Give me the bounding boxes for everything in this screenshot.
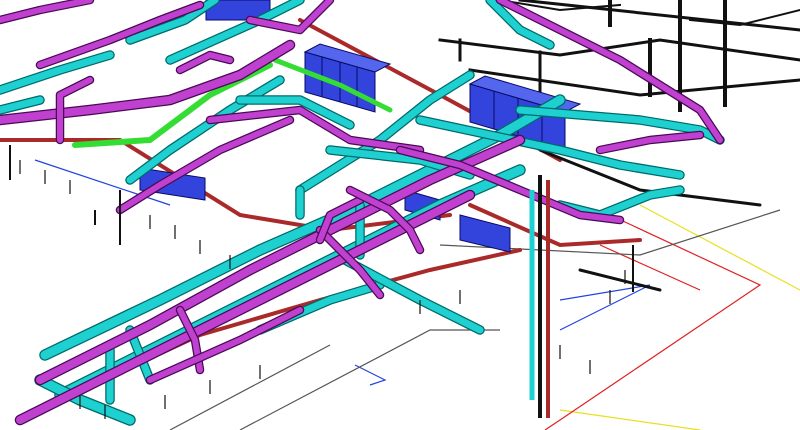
dark-pipe-run-2 (578, 268, 662, 292)
floor-outline-blue-3 (354, 364, 387, 386)
floor-outline-red (544, 214, 762, 430)
floor-outline-blue-2 (559, 284, 651, 331)
duct-run-20 (0, 96, 44, 114)
pipe-run-3-outline (0, 39, 296, 126)
floor-outline-yellow-2 (559, 409, 701, 430)
mep-model-canvas[interactable] (0, 0, 800, 430)
structure-brace (688, 8, 800, 27)
pipe-run-9 (597, 132, 703, 153)
bim-3d-viewport[interactable] (0, 0, 800, 430)
pipe-run-13 (0, 0, 93, 23)
pipe-run-3 (0, 41, 294, 124)
floor-outline-dark-2 (239, 329, 500, 430)
red-pipe-run-4 (58, 248, 522, 402)
structure-beam-top (518, 0, 800, 32)
pipe-run-2 (16, 191, 474, 424)
